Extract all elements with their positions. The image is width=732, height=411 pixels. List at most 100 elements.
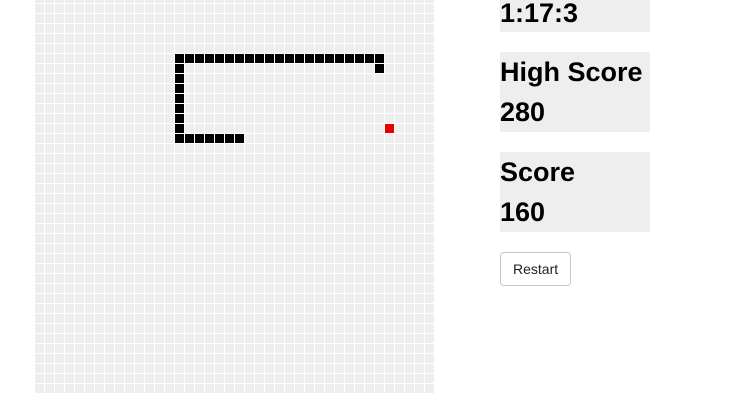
board-cell <box>385 0 394 3</box>
board-cell <box>235 304 244 313</box>
board-cell <box>155 224 164 233</box>
board-cell <box>405 294 414 303</box>
board-cell <box>195 144 204 153</box>
stats-sidebar: 1:17:3 High Score 280 Score 160 Restart <box>500 0 650 286</box>
board-cell <box>155 14 164 23</box>
board-cell <box>215 74 224 83</box>
board-cell <box>405 4 414 13</box>
board-cell <box>75 234 84 243</box>
board-cell <box>265 24 274 33</box>
board-cell <box>125 4 134 13</box>
board-cell <box>125 334 134 343</box>
board-cell <box>145 364 154 373</box>
board-cell <box>215 164 224 173</box>
board-cell <box>75 214 84 223</box>
board-cell <box>265 374 274 383</box>
board-cell <box>405 204 414 213</box>
board-cell <box>365 44 374 53</box>
board-cell <box>415 294 424 303</box>
board-cell <box>325 214 334 223</box>
board-cell <box>405 0 414 3</box>
board-cell <box>125 324 134 333</box>
board-cell <box>355 264 364 273</box>
board-cell <box>325 164 334 173</box>
board-cell <box>325 14 334 23</box>
board-cell <box>335 74 344 83</box>
board-cell <box>75 204 84 213</box>
board-cell <box>275 4 284 13</box>
board-cell <box>105 144 114 153</box>
board-cell <box>395 144 404 153</box>
board-cell <box>345 194 354 203</box>
board-cell <box>255 384 264 393</box>
board-cell <box>145 184 154 193</box>
board-cell <box>185 244 194 253</box>
board-cell <box>35 34 44 43</box>
board-cell <box>75 184 84 193</box>
board-cell <box>85 214 94 223</box>
board-cell <box>195 244 204 253</box>
board-cell <box>295 144 304 153</box>
game-board[interactable] <box>35 0 435 394</box>
board-cell <box>35 254 44 263</box>
board-cell <box>265 0 274 3</box>
board-cell <box>325 104 334 113</box>
board-cell <box>35 324 44 333</box>
board-cell <box>325 324 334 333</box>
board-cell <box>235 104 244 113</box>
board-cell <box>35 264 44 273</box>
board-cell <box>295 194 304 203</box>
board-cell <box>355 224 364 233</box>
board-cell <box>125 144 134 153</box>
board-cell <box>115 4 124 13</box>
board-cell <box>185 104 194 113</box>
board-cell <box>205 384 214 393</box>
board-cell <box>275 124 284 133</box>
board-cell <box>405 334 414 343</box>
board-cell <box>175 234 184 243</box>
board-cell <box>135 164 144 173</box>
restart-button[interactable]: Restart <box>500 252 572 286</box>
board-cell <box>135 304 144 313</box>
board-cell <box>35 184 44 193</box>
board-cell <box>305 274 314 283</box>
board-cell <box>275 384 284 393</box>
board-cell <box>255 114 264 123</box>
board-cell <box>135 384 144 393</box>
board-cell <box>295 74 304 83</box>
board-cell <box>305 134 314 143</box>
board-cell <box>55 224 64 233</box>
board-cell <box>95 14 104 23</box>
board-cell <box>45 54 54 63</box>
board-cell <box>295 304 304 313</box>
board-cell <box>365 164 374 173</box>
board-cell <box>65 314 74 323</box>
board-cell <box>35 314 44 323</box>
board-cell <box>285 14 294 23</box>
board-cell <box>165 154 174 163</box>
board-cell <box>85 74 94 83</box>
board-cell <box>145 64 154 73</box>
board-cell <box>205 274 214 283</box>
board-cell <box>295 214 304 223</box>
board-cell <box>215 104 224 113</box>
board-cell <box>95 154 104 163</box>
board-cell <box>165 324 174 333</box>
board-cell <box>115 44 124 53</box>
board-cell <box>325 294 334 303</box>
score-value: 160 <box>500 197 546 227</box>
board-cell <box>205 174 214 183</box>
board-cell <box>305 164 314 173</box>
board-cell <box>55 44 64 53</box>
board-cell <box>35 114 44 123</box>
board-cell <box>195 84 204 93</box>
board-cell <box>55 354 64 363</box>
board-cell <box>295 184 304 193</box>
board-cell <box>165 94 174 103</box>
board-cell <box>165 4 174 13</box>
board-cell <box>425 344 434 353</box>
snake-segment <box>315 54 324 63</box>
board-cell <box>405 84 414 93</box>
board-cell <box>315 264 324 273</box>
board-cell <box>325 194 334 203</box>
